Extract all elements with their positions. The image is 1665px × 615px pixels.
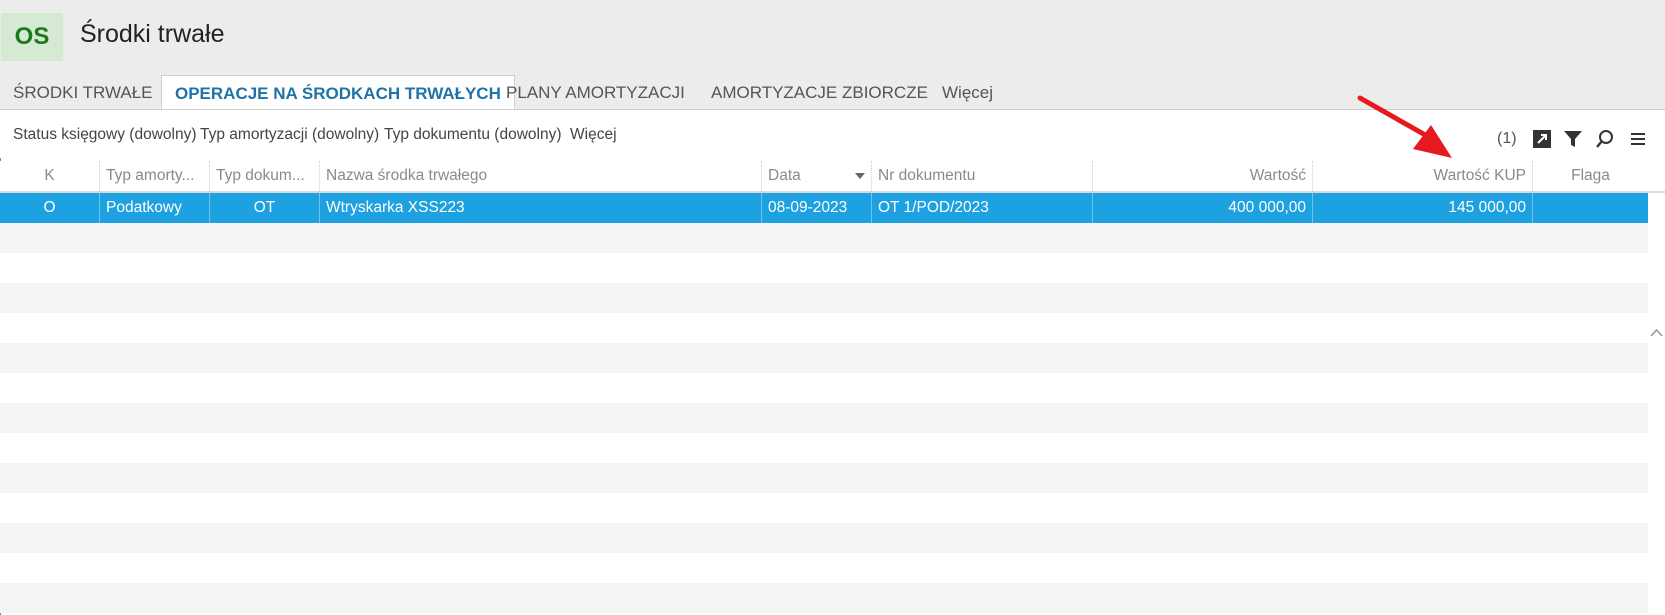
- empty-row: [0, 403, 1648, 433]
- module-badge[interactable]: OS: [1, 13, 63, 61]
- cell-data: 08-09-2023: [761, 193, 871, 223]
- cell-typ-dokumentu: OT: [209, 193, 319, 223]
- filter-wiecej[interactable]: Więcej: [570, 126, 617, 144]
- cell-typ-amortyzacji: Podatkowy: [99, 193, 209, 223]
- empty-row: [0, 373, 1648, 403]
- empty-row: [0, 313, 1648, 343]
- empty-row: [0, 253, 1648, 283]
- column-data[interactable]: Data: [761, 161, 871, 191]
- filter-typ-dokumentu[interactable]: Typ dokumentu (dowolny): [384, 126, 561, 144]
- tab-plany-amortyzacji[interactable]: PLANY AMORTYZACJI: [506, 75, 685, 109]
- cell-nr-dokumentu: OT 1/POD/2023: [871, 193, 1092, 223]
- record-count: (1): [1497, 130, 1517, 147]
- column-nr-dokumentu[interactable]: Nr dokumentu: [871, 161, 1092, 191]
- empty-row: [0, 583, 1648, 613]
- module-title: Środki trwałe: [80, 20, 225, 48]
- column-wartosc-kup[interactable]: Wartość KUP: [1312, 161, 1532, 191]
- filter-bar: Status księgowy (dowolny) Typ amortyzacj…: [0, 110, 1665, 158]
- tab-wiecej[interactable]: Więcej: [942, 75, 993, 109]
- empty-row: [0, 283, 1648, 313]
- empty-row: [0, 553, 1648, 583]
- column-flaga[interactable]: Flaga: [1532, 161, 1648, 191]
- grid-header: K Typ amorty... Typ dokum... Nazwa środk…: [0, 161, 1665, 337]
- column-k[interactable]: K: [0, 161, 99, 191]
- empty-row: [0, 433, 1648, 463]
- empty-row: [0, 493, 1648, 523]
- search-icon[interactable]: [1594, 128, 1616, 150]
- module-header: OS Środki trwałe: [0, 0, 1665, 75]
- cell-wartosc-kup: 145 000,00: [1312, 193, 1532, 223]
- scroll-up-icon[interactable]: [1648, 323, 1665, 345]
- filter-typ-amortyzacji[interactable]: Typ amortyzacji (dowolny): [200, 126, 379, 144]
- cell-nazwa: Wtryskarka XSS223: [319, 193, 761, 223]
- column-nazwa[interactable]: Nazwa środka trwałego: [319, 161, 761, 191]
- tab-srodki-trwale[interactable]: ŚRODKI TRWAŁE: [13, 75, 153, 109]
- tab-operacje[interactable]: OPERACJE NA ŚRODKACH TRWAŁYCH: [161, 75, 515, 109]
- column-wartosc[interactable]: Wartość: [1092, 161, 1312, 191]
- tab-bar: ŚRODKI TRWAŁE OPERACJE NA ŚRODKACH TRWAŁ…: [0, 75, 1665, 110]
- empty-row: [0, 463, 1648, 493]
- column-data-label: Data: [768, 167, 801, 184]
- cell-flaga: [1532, 193, 1648, 223]
- cell-wartosc: 400 000,00: [1092, 193, 1312, 223]
- empty-row: [0, 523, 1648, 553]
- tab-amortyzacje-zbiorcze[interactable]: AMORTYZACJE ZBIORCZE: [711, 75, 928, 109]
- export-icon[interactable]: [1531, 128, 1553, 150]
- empty-row: [0, 343, 1648, 373]
- filter-status-ksiegowy[interactable]: Status księgowy (dowolny): [13, 126, 197, 144]
- sort-desc-icon: [855, 173, 865, 179]
- column-typ-amortyzacji[interactable]: Typ amorty...: [99, 161, 209, 191]
- table-row[interactable]: O Podatkowy OT Wtryskarka XSS223 08-09-2…: [0, 193, 1648, 223]
- empty-row: [0, 223, 1648, 253]
- filter-icon[interactable]: [1562, 128, 1584, 150]
- cell-k: O: [43, 199, 56, 216]
- column-typ-dokumentu[interactable]: Typ dokum...: [209, 161, 319, 191]
- menu-icon[interactable]: [1627, 128, 1649, 150]
